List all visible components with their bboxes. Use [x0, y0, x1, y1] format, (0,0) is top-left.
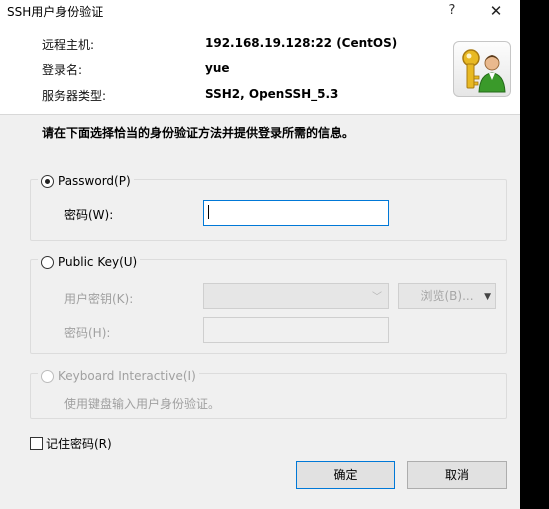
remote-host-label: 远程主机:	[42, 38, 95, 52]
password-radio-label: Password(P)	[58, 174, 131, 188]
remember-password-label: 记住密码(R)	[46, 437, 112, 451]
instruction-text: 请在下面选择恰当的身份验证方法并提供登录所需的信息。	[42, 126, 355, 140]
keyboard-interactive-radio-label: Keyboard Interactive(I)	[58, 369, 196, 383]
window-title: SSH用户身份验证	[7, 5, 104, 19]
password-radio[interactable]: Password(P)	[38, 173, 134, 189]
server-type-label: 服务器类型:	[42, 89, 107, 103]
public-key-radio-label: Public Key(U)	[58, 255, 138, 269]
keyboard-interactive-description: 使用键盘输入用户身份验证。	[64, 397, 221, 411]
login-name-label: 登录名:	[42, 63, 83, 77]
cancel-button[interactable]: 取消	[407, 461, 507, 489]
password-radio-button[interactable]	[41, 174, 54, 188]
auth-method-panel: 请在下面选择恰当的身份验证方法并提供登录所需的信息。 Password(P) 密…	[0, 115, 520, 509]
browse-button[interactable]: 浏览(B)... ▼	[398, 283, 496, 309]
remember-password-checkbox[interactable]: 记住密码(R)	[30, 435, 112, 452]
remote-host-value: 192.168.19.128:22 (CentOS)	[205, 36, 398, 50]
dropdown-arrow-icon: ▼	[484, 292, 491, 302]
keyboard-interactive-radio-button[interactable]	[41, 369, 54, 383]
password-label: 密码(W):	[64, 208, 114, 222]
public-key-radio[interactable]: Public Key(U)	[38, 254, 141, 270]
server-type-value: SSH2, OpenSSH_5.3	[205, 87, 339, 101]
close-button[interactable]: ✕	[482, 0, 510, 22]
keyboard-interactive-radio[interactable]: Keyboard Interactive(I)	[38, 368, 199, 384]
public-key-radio-button[interactable]	[41, 255, 54, 269]
user-key-graphic	[462, 49, 506, 93]
text-caret	[208, 205, 209, 219]
connection-info: 远程主机: 192.168.19.128:22 (CentOS) 登录名: yu…	[0, 22, 520, 115]
user-key-label: 用户密钥(K):	[64, 292, 134, 306]
passphrase-label: 密码(H):	[64, 326, 111, 340]
title-bar: SSH用户身份验证 ? ✕	[0, 0, 520, 22]
chevron-down-icon: ﹀	[372, 292, 382, 303]
passphrase-input[interactable]	[203, 317, 389, 343]
password-input[interactable]	[203, 200, 389, 226]
login-name-value: yue	[205, 61, 230, 75]
remember-password-box[interactable]	[30, 437, 43, 450]
ok-button[interactable]: 确定	[296, 461, 395, 489]
help-button[interactable]: ?	[440, 0, 464, 22]
browse-button-label: 浏览(B)...	[420, 289, 474, 303]
user-key-icon	[453, 41, 511, 97]
user-key-select[interactable]: ﹀	[203, 283, 389, 309]
ssh-auth-dialog: SSH用户身份验证 ? ✕ 远程主机: 192.168.19.128:22 (C…	[0, 0, 520, 509]
